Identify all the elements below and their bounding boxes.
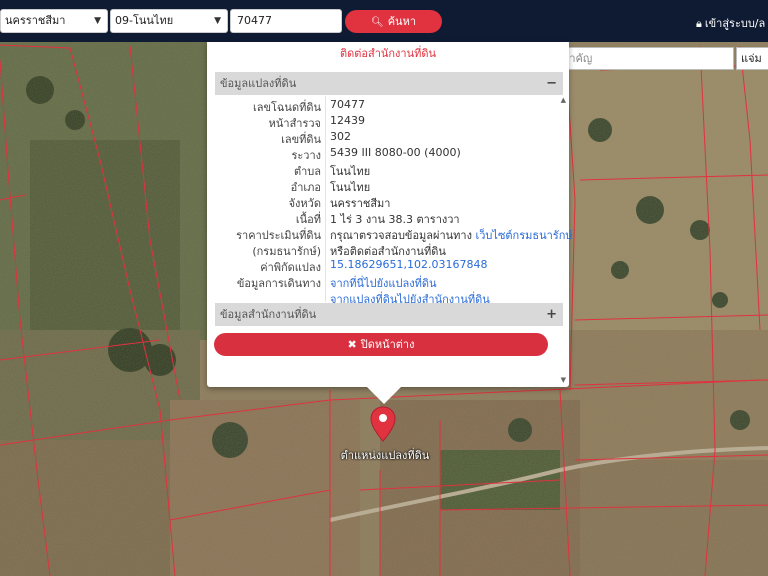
office-info-section-header[interactable]: ข้อมูลสำนักงานที่ดิน + [215, 303, 563, 326]
lock-icon: 🔒︎ [696, 17, 702, 30]
info-row-deed: เลขโฉนดที่ดิน 70477 [215, 98, 563, 114]
place-search-button[interactable]: แจ่ม [736, 47, 768, 70]
search-button[interactable]: 🔍︎ ค้นหา [345, 10, 442, 33]
row-value: 5439 III 8080-00 (4000) [330, 146, 461, 159]
popup-pointer [366, 386, 402, 404]
location-pin-icon[interactable] [370, 406, 396, 442]
district-select[interactable]: 09-โนนไทย ▼ [110, 9, 228, 33]
login-link[interactable]: 🔒︎ เข้าสู่ระบบ/ล [696, 14, 765, 32]
info-row-district: อำเภอ โนนไทย [215, 178, 563, 194]
district-select-value: 09-โนนไทย [115, 14, 174, 27]
province-select[interactable]: นครราชสีมา ▼ [0, 9, 108, 33]
info-row-price-2: (กรมธนารักษ์) หรือติดต่อสำนักงานที่ดิน [215, 242, 563, 258]
search-button-label: ค้นหา [387, 15, 416, 28]
info-row-coordinates: ค่าพิกัดแปลง 15.18629651,102.03167848 [215, 258, 563, 274]
collapse-icon: − [546, 76, 557, 91]
scroll-up-icon[interactable]: ▲ [561, 96, 566, 104]
coordinates-link[interactable]: 15.18629651,102.03167848 [330, 258, 487, 271]
info-row-subdistrict: ตำบล โนนไทย [215, 162, 563, 178]
chevron-down-icon: ▼ [214, 16, 221, 26]
info-row-area: เนื้อที่ 1 ไร่ 3 งาน 38.3 ตารางวา [215, 210, 563, 226]
land-info-section-header[interactable]: ข้อมูลแปลงที่ดิน − [215, 72, 563, 95]
info-row-map-sheet: ระวาง 5439 III 8080-00 (4000) [215, 146, 563, 162]
top-nav-bar: นครราชสีมา ▼ 09-โนนไทย ▼ 70477 🔍︎ ค้นหา 🔒… [0, 0, 768, 42]
info-row-land-number: เลขที่ดิน 302 [215, 130, 563, 146]
treasury-website-link[interactable]: เว็บไซต์กรมธนารักษ์ [476, 229, 573, 242]
scroll-down-icon[interactable]: ▼ [561, 376, 566, 384]
close-window-label: ปิดหน้าต่าง [360, 338, 415, 351]
land-info-section-title: ข้อมูลแปลงที่ดิน [220, 77, 297, 90]
info-row-travel: ข้อมูลการเดินทาง จากที่นี่ไปยังแปลงที่ดิ… [215, 274, 563, 290]
info-row-province: จังหวัด นครราชสีมา [215, 194, 563, 210]
contact-land-office-text: ติดต่อสำนักงานที่ดิน [339, 47, 437, 60]
price-text: กรุณาตรวจสอบข้อมูลผ่านทาง [330, 229, 472, 242]
marker-label: ตำแหน่งแปลงที่ดิน [340, 449, 430, 462]
search-icon: 🔍︎ [370, 17, 384, 28]
login-label: เข้าสู่ระบบ/ล [704, 17, 766, 30]
province-select-value: นครราชสีมา [5, 14, 66, 27]
expand-icon: + [546, 307, 557, 322]
info-row-survey-page: หน้าสำรวจ 12439 [215, 114, 563, 130]
parcel-info-popup: ติดต่อสำนักงานที่ดิน ข้อมูลแปลงที่ดิน − … [207, 42, 573, 387]
office-info-section-title: ข้อมูลสำนักงานที่ดิน [220, 308, 317, 321]
close-icon: ✖ [347, 338, 357, 351]
info-row-price: ราคาประเมินที่ดิน กรุณาตรวจสอบข้อมูลผ่าน… [215, 226, 572, 242]
row-value: 12439 [330, 114, 365, 127]
chevron-down-icon: ▼ [94, 16, 101, 26]
row-value: 70477 [330, 98, 365, 111]
row-value: 302 [330, 130, 351, 143]
close-window-button[interactable]: ✖ ปิดหน้าต่าง [214, 333, 548, 356]
deed-number-input[interactable]: 70477 [230, 9, 342, 33]
